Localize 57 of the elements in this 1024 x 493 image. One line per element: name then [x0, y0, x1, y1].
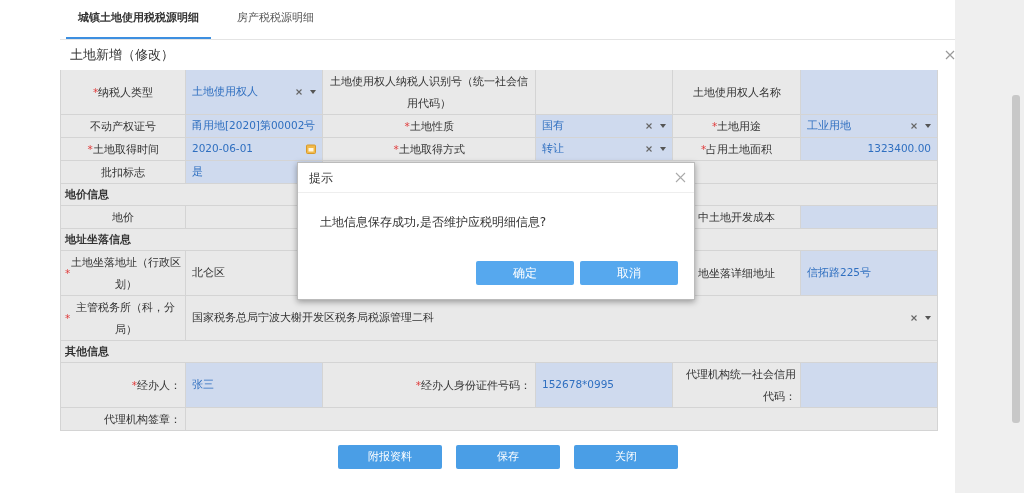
form-title: 土地新增（修改） — [70, 46, 174, 65]
section-title: 其他信息 — [61, 341, 938, 363]
input-field[interactable] — [186, 408, 938, 431]
field-label: *占用土地面积 — [673, 138, 801, 161]
input-field[interactable] — [801, 206, 938, 229]
date-field[interactable]: 2020-06-01 — [186, 138, 323, 161]
select-field[interactable]: 转让 — [536, 138, 673, 161]
close-icon[interactable] — [945, 50, 955, 60]
field-label: * 主管税务所（科，分局） — [61, 296, 186, 341]
field-label: *经办人： — [61, 363, 186, 408]
dialog-message: 土地信息保存成功,是否维护应税明细信息? — [319, 214, 548, 231]
field-label: 代理机构签章： — [61, 408, 186, 431]
clear-icon[interactable] — [646, 146, 652, 152]
field-label: 批扣标志 — [61, 161, 186, 184]
field-label: * 土地坐落地址（行政区划） — [61, 251, 186, 296]
field-label: 代理机构统一社会信用代码： — [673, 363, 801, 408]
field-label: *纳税人类型 — [61, 70, 186, 115]
caret-icon[interactable] — [310, 90, 316, 94]
input-field[interactable] — [801, 70, 938, 115]
number-field[interactable]: 1323400.00 — [801, 138, 938, 161]
clear-icon[interactable] — [296, 89, 302, 95]
clear-icon[interactable] — [646, 123, 652, 129]
form-button[interactable]: 附报资料 — [337, 445, 442, 469]
field-label: *土地性质 — [323, 115, 536, 138]
caret-icon[interactable] — [925, 316, 931, 320]
caret-icon[interactable] — [660, 124, 666, 128]
input-field[interactable]: 张三 — [186, 363, 323, 408]
form-button[interactable]: 保存 — [455, 445, 560, 469]
clear-icon[interactable] — [911, 123, 917, 129]
calendar-icon[interactable] — [306, 144, 316, 154]
field-label: *土地取得时间 — [61, 138, 186, 161]
close-icon[interactable] — [675, 172, 686, 183]
clear-icon[interactable] — [911, 315, 917, 321]
scrollbar[interactable] — [1012, 95, 1020, 423]
field-label: 土地使用权人纳税人识别号（统一社会信用代码） — [323, 70, 536, 115]
select-field[interactable]: 国家税务总局宁波大榭开发区税务局税源管理二科 — [186, 296, 938, 341]
field-label: *土地取得方式 — [323, 138, 536, 161]
field-label: 地价 — [61, 206, 186, 229]
field-label: 土地使用权人名称 — [673, 70, 801, 115]
input-field[interactable] — [536, 70, 673, 115]
dialog-button[interactable]: 取消 — [580, 261, 678, 285]
input-field[interactable]: 甬用地[2020]第00002号 — [186, 115, 323, 138]
input-field[interactable]: 152678*0995 — [536, 363, 673, 408]
input-field[interactable] — [801, 363, 938, 408]
select-field[interactable]: 土地使用权人 — [186, 70, 323, 115]
select-field[interactable]: 国有 — [536, 115, 673, 138]
field-label: *经办人身份证件号码： — [323, 363, 536, 408]
dialog-button[interactable]: 确定 — [476, 261, 574, 285]
caret-icon[interactable] — [925, 124, 931, 128]
caret-icon[interactable] — [660, 147, 666, 151]
select-field[interactable]: 工业用地 — [801, 115, 938, 138]
field-label: 不动产权证号 — [61, 115, 186, 138]
tab[interactable]: 房产税税源明细 — [225, 0, 326, 39]
input-field[interactable]: 信拓路225号 — [801, 251, 938, 296]
form-button[interactable]: 关闭 — [573, 445, 678, 469]
field-label: *土地用途 — [673, 115, 801, 138]
tab[interactable]: 城镇土地使用税税源明细 — [66, 0, 211, 39]
